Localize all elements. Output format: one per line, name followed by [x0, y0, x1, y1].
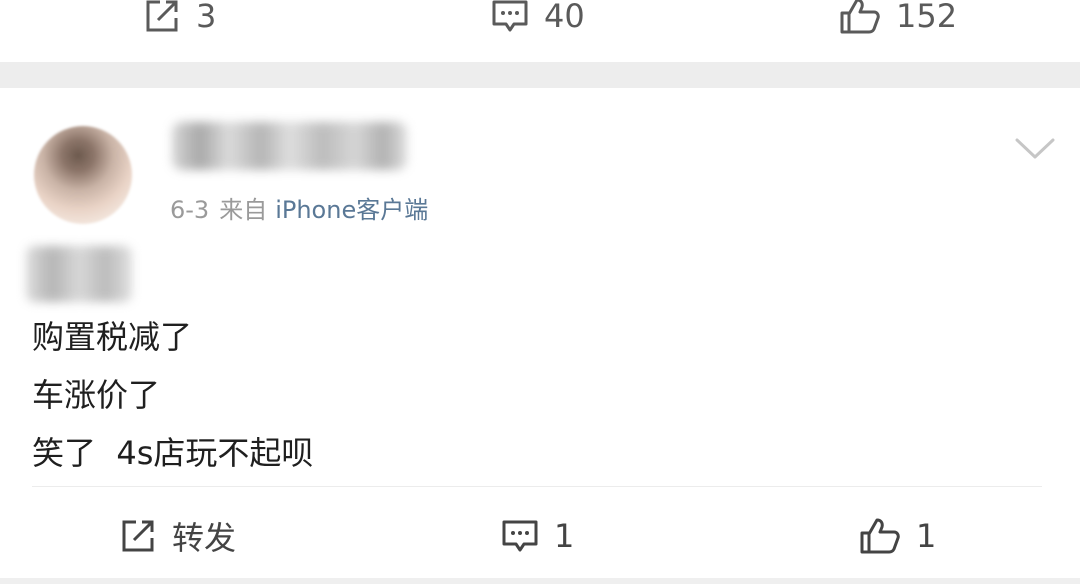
comment-button[interactable]: 1	[500, 516, 574, 556]
previous-post-action-bar: 3 40 152	[0, 0, 1080, 62]
post-line: 笑了 4s店玩不起呗	[32, 434, 314, 472]
like-button[interactable]: 1	[858, 516, 936, 556]
like-count: 1	[916, 517, 937, 555]
comment-count: 1	[554, 517, 575, 555]
repost-count: 3	[196, 0, 217, 35]
comment-icon	[500, 516, 540, 556]
post-date: 6-3	[170, 196, 210, 224]
source-prefix: 来自	[219, 196, 268, 224]
post-separator	[0, 62, 1080, 88]
action-divider	[32, 486, 1042, 487]
source-client-link[interactable]: iPhone客户端	[275, 190, 428, 225]
repost-label: 转发	[172, 519, 237, 557]
avatar[interactable]	[34, 126, 132, 224]
thumbs-up-icon	[838, 0, 882, 36]
more-options-button[interactable]	[1014, 136, 1056, 162]
bottom-separator	[0, 578, 1080, 584]
mention-redacted[interactable]	[26, 246, 132, 302]
repost-action[interactable]: 3	[142, 0, 216, 36]
repost-button[interactable]: 转发	[118, 516, 237, 557]
post-action-bar: 转发 1 1	[0, 504, 1080, 568]
comment-count: 40	[544, 0, 585, 35]
username-redacted[interactable]	[172, 122, 407, 170]
post-line: 购置税减了	[32, 318, 193, 356]
like-action[interactable]: 152	[838, 0, 957, 36]
comment-icon	[490, 0, 530, 36]
chevron-down-icon	[1014, 138, 1056, 166]
thumbs-up-icon	[858, 516, 902, 556]
share-icon	[118, 516, 158, 556]
post-meta: 6-3 来自 iPhone客户端	[170, 190, 428, 225]
post-line: 车涨价了	[32, 376, 161, 414]
share-icon	[142, 0, 182, 36]
like-count: 152	[896, 0, 958, 35]
post-body: 购置税减了 车涨价了 笑了 4s店玩不起呗	[32, 308, 313, 482]
comment-action[interactable]: 40	[490, 0, 585, 36]
